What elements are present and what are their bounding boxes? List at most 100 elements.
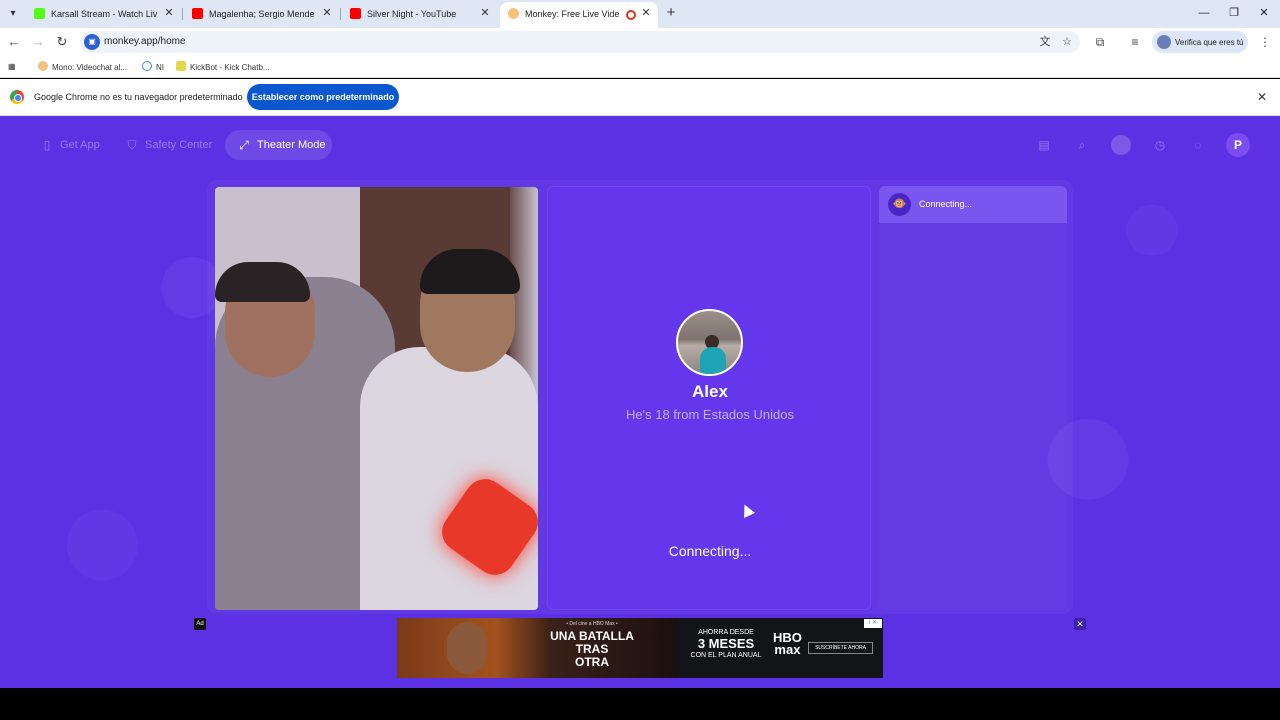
minimize-icon[interactable]: —: [1196, 5, 1212, 21]
search-icon[interactable]: ⌕: [1072, 135, 1092, 155]
youtube-icon: [350, 8, 361, 19]
monkey-icon: 🐵: [888, 193, 911, 216]
new-tab-button[interactable]: +: [663, 5, 679, 21]
close-icon[interactable]: ✕: [479, 7, 491, 19]
tab-title: Karsall Stream - Watch Live on: [51, 9, 157, 19]
history-icon[interactable]: ◷: [1150, 135, 1170, 155]
avatar-figure: [700, 347, 726, 374]
extensions-icon[interactable]: ⧉: [1092, 34, 1108, 50]
get-app-label: Get App: [60, 139, 100, 151]
translate-icon[interactable]: 文: [1038, 35, 1052, 49]
shield-icon: ⛉: [127, 138, 137, 152]
tab-title: Silver Night - YouTube: [367, 9, 457, 19]
forward-icon[interactable]: →: [30, 34, 46, 50]
expand-icon: ⤢: [239, 138, 249, 152]
safety-center-button[interactable]: ⛉ Safety Center: [113, 130, 219, 160]
tab-strip: ▾ Karsall Stream - Watch Live on ✕ Magal…: [0, 0, 1280, 28]
folder-icon: [176, 61, 186, 71]
reload-icon[interactable]: ↻: [54, 34, 70, 50]
tab-title: Monkey: Free Live Video Ch: [525, 9, 619, 19]
ad-promo-line: AHORRA DESDE: [698, 629, 754, 636]
coin-icon[interactable]: [1111, 135, 1131, 155]
media-control-icon[interactable]: ≡: [1127, 34, 1143, 50]
bookmark-ni[interactable]: NI: [142, 61, 164, 73]
ad-promo-line: CON EL PLAN ANUAL: [690, 652, 762, 659]
ad-artwork: • Del cine a HBO Max • UNA BATALLA TRAS …: [397, 618, 678, 678]
profile-label: Verifica que eres tú: [1175, 38, 1244, 47]
monkey-icon: [508, 8, 519, 19]
recording-icon: [626, 10, 636, 20]
profile-button[interactable]: Verifica que eres tú: [1152, 31, 1248, 53]
tab-search-icon[interactable]: ▾: [4, 5, 22, 23]
ad-title: UNA BATALLA TRAS OTRA: [550, 629, 634, 669]
site-info-icon[interactable]: ▣: [84, 34, 100, 50]
ad-close-icon[interactable]: ✕: [1074, 618, 1086, 630]
theater-mode-button[interactable]: ⤢ Theater Mode: [225, 130, 332, 160]
phone-icon: ▯: [43, 138, 51, 152]
video-person: [360, 347, 538, 610]
google-icon: [142, 61, 152, 71]
bookmark-star-icon[interactable]: ☆: [1060, 35, 1074, 49]
ad-tagline: • Del cine a HBO Max •: [566, 621, 618, 627]
close-icon[interactable]: ✕: [321, 7, 333, 19]
tab-title: Magalenha; Sergio Mendes [Le: [209, 9, 315, 19]
restore-icon[interactable]: ❐: [1226, 5, 1242, 21]
chat-header: 🐵 Connecting...: [879, 186, 1067, 223]
ad-subscribe-button[interactable]: SUSCRÍBETE AHORA: [808, 642, 873, 654]
ad-actor-image: [447, 622, 487, 674]
set-default-button[interactable]: Establecer como predeterminado: [247, 84, 399, 110]
theater-mode-label: Theater Mode: [257, 139, 326, 151]
safety-center-label: Safety Center: [145, 139, 213, 151]
bottom-bar: [0, 688, 1280, 720]
match-avatar: [676, 309, 743, 376]
match-panel: Alex He's 18 from Estados Unidos Connect…: [547, 186, 871, 610]
default-browser-infobar: Google Chrome no es tu navegador predete…: [0, 79, 1280, 116]
apps-icon[interactable]: ▦: [8, 61, 16, 73]
browser-toolbar: ← → ↻ ▣ monkey.app/home 文 ☆ ⧉ ≡ Verifica…: [0, 28, 1280, 56]
infobar-message: Google Chrome no es tu navegador predete…: [34, 92, 243, 102]
window-close-icon[interactable]: ✕: [1256, 5, 1272, 21]
kick-icon: [34, 8, 45, 19]
ad-badge: Ad: [194, 618, 206, 630]
local-video-feed: [215, 187, 538, 610]
tab-silver-night[interactable]: Silver Night - YouTube ✕: [342, 2, 497, 28]
bookmark-mono[interactable]: Mono: Videochat al...: [38, 61, 127, 73]
more-menu-icon[interactable]: ⋮: [1257, 34, 1273, 50]
bookmarks-bar: ▦ Mono: Videochat al... NI KickBot - Kic…: [0, 56, 1280, 78]
chat-status: Connecting...: [919, 199, 973, 209]
bookmark-kickbot[interactable]: KickBot - Kick Chatb...: [176, 61, 270, 73]
shop-icon[interactable]: ▤: [1034, 135, 1054, 155]
tab-separator: [340, 8, 341, 20]
close-icon[interactable]: ✕: [163, 7, 175, 19]
monkey-icon: [38, 61, 48, 71]
mouse-cursor-icon: [739, 502, 755, 518]
tab-karsall[interactable]: Karsall Stream - Watch Live on ✕: [26, 2, 181, 28]
adchoices-icon[interactable]: i ✕: [864, 619, 882, 628]
hbo-max-logo: HBO max: [773, 630, 802, 657]
video-person: [420, 249, 520, 294]
screen: ▾ Karsall Stream - Watch Live on ✕ Magal…: [0, 0, 1280, 720]
ad-promo: AHORRA DESDE 3 MESES CON EL PLAN ANUAL: [686, 628, 766, 660]
video-person: [215, 262, 310, 302]
bookmark-label: NI: [156, 63, 164, 72]
ad-offer: AHORRA DESDE 3 MESES CON EL PLAN ANUAL H…: [678, 618, 883, 678]
bookmark-label: Mono: Videochat al...: [52, 63, 128, 72]
close-icon[interactable]: ✕: [640, 7, 652, 19]
bookmark-label: KickBot - Kick Chatb...: [190, 63, 270, 72]
connecting-status: Connecting...: [668, 543, 752, 559]
close-icon[interactable]: ✕: [1255, 90, 1269, 104]
get-app-button[interactable]: ▯ Get App: [28, 130, 108, 160]
hbo-max-ad-banner[interactable]: • Del cine a HBO Max • UNA BATALLA TRAS …: [397, 618, 883, 678]
chat-bubble-icon[interactable]: ◌: [1188, 135, 1208, 155]
address-bar[interactable]: ▣ monkey.app/home 文 ☆: [80, 31, 1080, 53]
tab-separator: [182, 8, 183, 20]
match-name: Alex: [692, 382, 728, 401]
tab-magalenha[interactable]: Magalenha; Sergio Mendes [Le ✕: [184, 2, 339, 28]
match-description: He's 18 from Estados Unidos: [626, 407, 794, 422]
chrome-icon: [10, 90, 24, 104]
tab-monkey[interactable]: Monkey: Free Live Video Ch ✕: [500, 2, 658, 28]
user-avatar[interactable]: P: [1226, 133, 1250, 157]
chat-panel: 🐵 Connecting...: [879, 186, 1067, 610]
back-icon[interactable]: ←: [6, 34, 22, 50]
monkey-page: ▯ Get App ⛉ Safety Center ⤢ Theater Mode…: [0, 116, 1280, 688]
